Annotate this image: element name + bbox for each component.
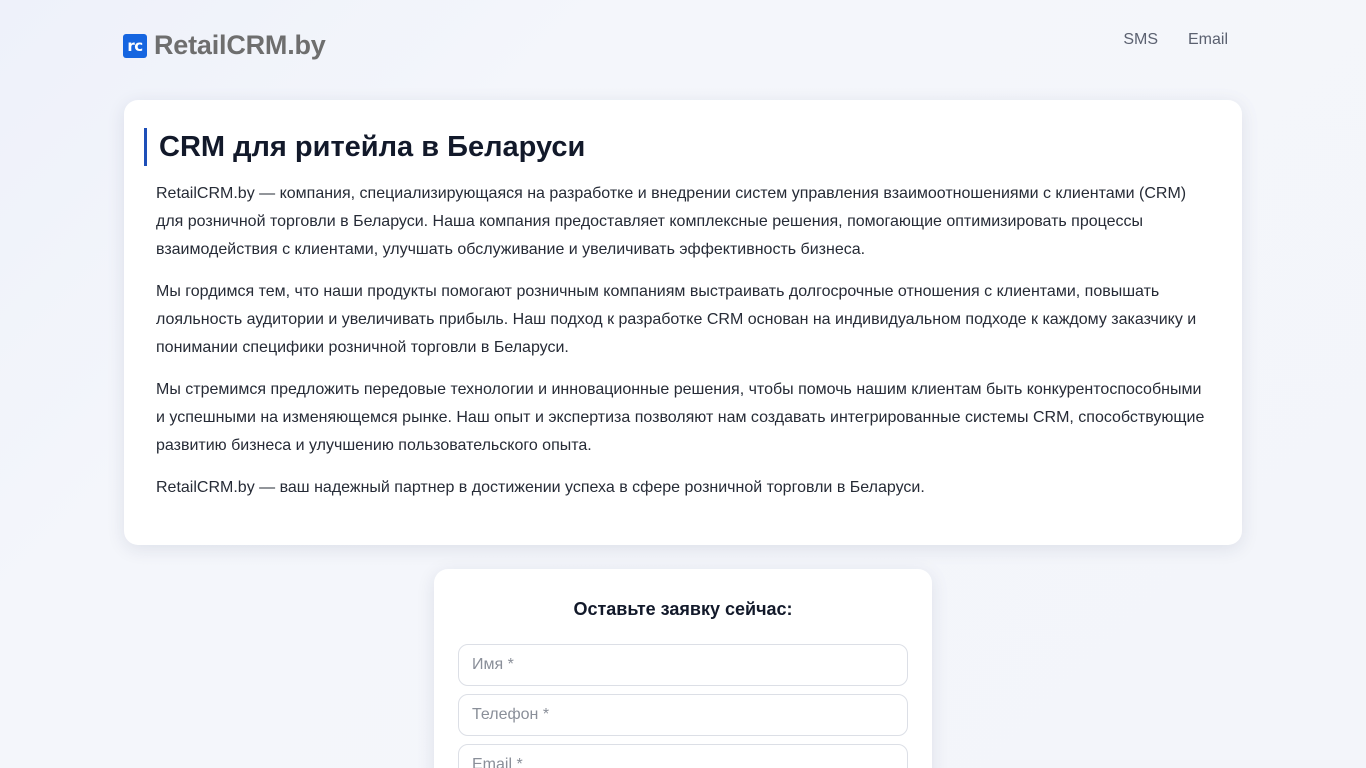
paragraph-4: RetailCRM.by — ваш надежный партнер в до… xyxy=(156,479,925,496)
about-card: CRM для ритейла в Беларуси RetailCRM.by … xyxy=(124,100,1242,545)
site-header: rc RetailCRM.by SMS Email xyxy=(0,0,1366,90)
paragraph-2: Мы гордимся тем, что наши продукты помог… xyxy=(156,283,1197,356)
logo-text: RetailCRM.by xyxy=(154,30,326,60)
form-title: Оставьте заявку сейчас: xyxy=(573,599,793,619)
phone-input[interactable] xyxy=(458,694,908,736)
paragraph-1: RetailCRM.by — компания, специализирующа… xyxy=(156,185,1187,258)
paragraph-3: Мы стремимся предложить передовые технол… xyxy=(156,381,1205,454)
about-text: RetailCRM.by — компания, специализирующа… xyxy=(156,180,1214,516)
main-nav: SMS Email xyxy=(1123,30,1228,50)
logo-icon: rc xyxy=(123,33,147,58)
name-input[interactable] xyxy=(458,644,908,686)
site-logo[interactable]: rc RetailCRM.by xyxy=(123,30,326,61)
nav-link-email[interactable]: Email xyxy=(1188,30,1228,50)
page-title: CRM для ритейла в Беларуси xyxy=(144,128,585,166)
request-form: Оставьте заявку сейчас: xyxy=(434,569,932,768)
nav-link-sms[interactable]: SMS xyxy=(1123,30,1158,50)
email-input[interactable] xyxy=(458,744,908,768)
